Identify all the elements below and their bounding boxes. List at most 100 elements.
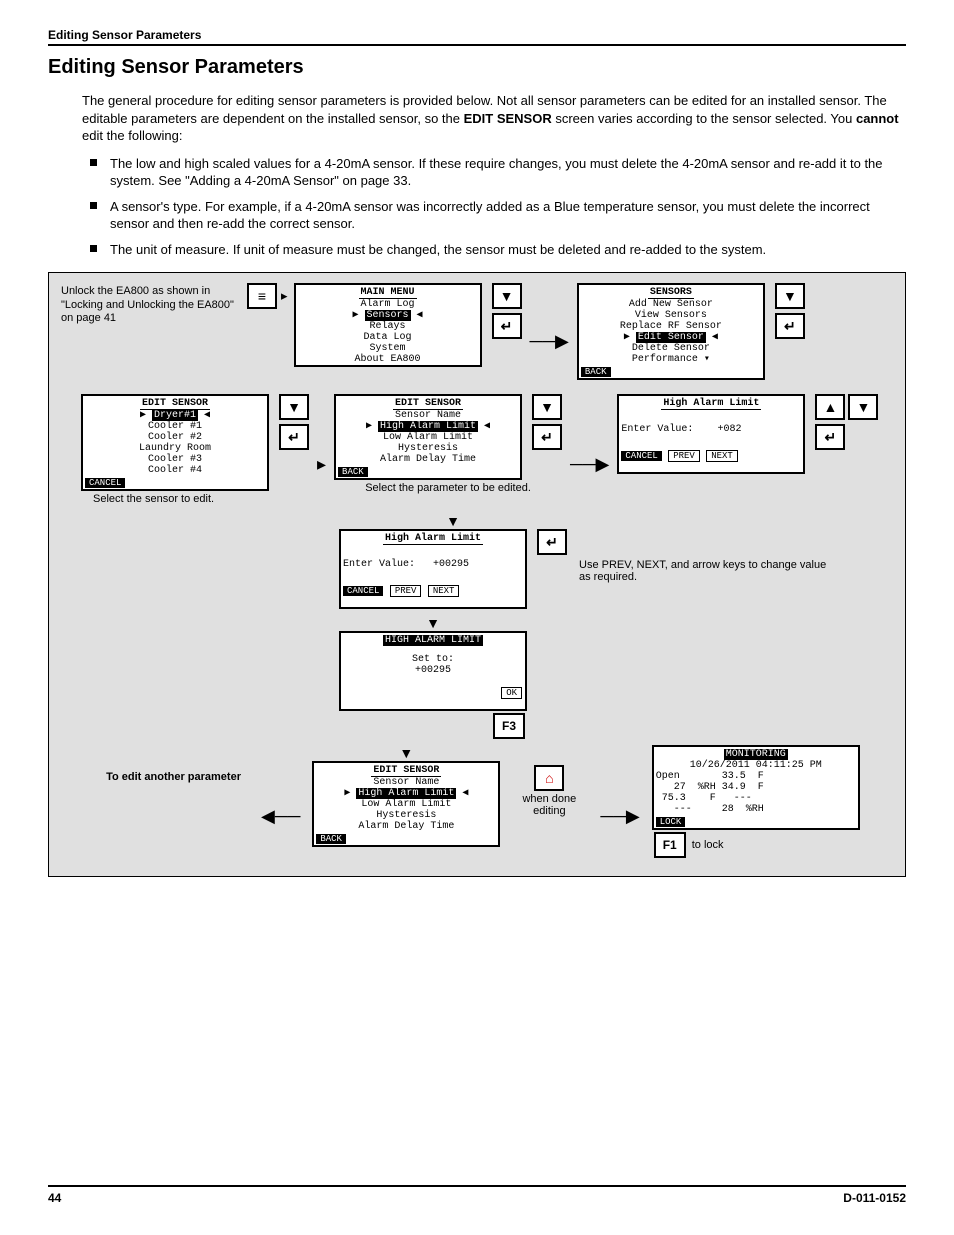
enter-value: +082: [717, 424, 741, 435]
caption-when-done: when done editing: [514, 793, 584, 817]
f3-key[interactable]: F3: [493, 713, 525, 739]
menu-item: Alarm Delay Time: [380, 454, 476, 465]
menu-icon: ≡: [258, 288, 266, 304]
set-to-value: +00295: [415, 665, 451, 676]
next-softkey[interactable]: NEXT: [428, 585, 460, 597]
enter-icon: ↵: [825, 429, 837, 446]
ok-softkey[interactable]: OK: [501, 687, 522, 699]
bullet-item: A sensor's type. For example, if a 4-20m…: [82, 198, 906, 233]
intro-c: screen varies according to the sensor se…: [552, 111, 856, 126]
enter-button[interactable]: ↵: [775, 313, 805, 339]
page-footer: 44 D-011-0152: [48, 1185, 906, 1205]
page-number: 44: [48, 1191, 61, 1205]
enter-label: Enter Value:: [621, 424, 693, 435]
next-softkey[interactable]: NEXT: [706, 450, 738, 462]
high-alarm-confirm-screen: HIGH ALARM LIMIT Set to: +00295 OK: [339, 631, 527, 711]
prev-softkey[interactable]: PREV: [668, 450, 700, 462]
edit-sensor-list-screen: EDIT SENSOR ▶ Dryer#1 ◀ Cooler #1 Cooler…: [81, 394, 269, 491]
enter-icon: ↵: [501, 318, 513, 335]
screen-title: SENSORS: [648, 287, 694, 299]
set-to-label: Set to:: [412, 654, 454, 665]
arrow-icon: ──▶: [562, 454, 617, 475]
down-button[interactable]: ▼: [848, 394, 878, 420]
cancel-softkey[interactable]: CANCEL: [85, 478, 125, 488]
menu-item-selected: Sensors: [365, 310, 411, 321]
enter-icon: ↵: [288, 429, 300, 446]
intro-d: cannot: [856, 111, 899, 126]
intro-b: EDIT SENSOR: [464, 111, 552, 126]
down-icon: ▼: [500, 288, 514, 304]
screen-title: MAIN MENU: [359, 287, 417, 299]
menu-item: View Sensors: [635, 310, 707, 321]
arrow-icon: ──▶: [522, 331, 577, 352]
edit-sensor-params2-screen: EDIT SENSOR Sensor Name ▶ High Alarm Lim…: [312, 761, 500, 847]
high-alarm-entry2-screen: High Alarm Limit Enter Value: +00295 CAN…: [339, 529, 527, 609]
enter-button[interactable]: ↵: [532, 424, 562, 450]
bullet-list: The low and high scaled values for a 4-2…: [82, 155, 906, 259]
reading-row: --- 28 %RH: [656, 804, 856, 815]
menu-item: Low Alarm Limit: [383, 432, 473, 443]
menu-item: Sensor Name: [373, 777, 439, 788]
menu-item: Delete Sensor: [632, 343, 710, 354]
menu-item-selected: Edit Sensor: [636, 332, 706, 343]
edit-sensor-params-screen: EDIT SENSOR Sensor Name ▶ High Alarm Lim…: [334, 394, 522, 480]
menu-item: Cooler #4: [148, 465, 202, 476]
menu-item: Performance: [632, 354, 698, 365]
down-button[interactable]: ▼: [279, 394, 309, 420]
menu-item: Cooler #3: [148, 454, 202, 465]
menu-item: Hysteresis: [398, 443, 458, 454]
enter-button[interactable]: ↵: [279, 424, 309, 450]
menu-item-selected: High Alarm Limit: [378, 421, 478, 432]
back-softkey[interactable]: BACK: [316, 834, 346, 844]
monitoring-screen: MONITORING 10/26/2011 04:11:25 PM Open 3…: [652, 745, 860, 830]
menu-item: About EA800: [355, 354, 421, 365]
bullet-item: The unit of measure. If unit of measure …: [82, 241, 906, 259]
down-icon: ▼: [540, 399, 554, 415]
enter-button[interactable]: ↵: [492, 313, 522, 339]
intro-e: edit the following:: [82, 128, 182, 143]
arrow-icon: ▸: [309, 454, 334, 475]
enter-icon: ↵: [541, 429, 553, 446]
up-button[interactable]: ▲: [815, 394, 845, 420]
menu-item: Laundry Room: [139, 443, 211, 454]
menu-item: Sensor Name: [395, 410, 461, 421]
enter-button[interactable]: ↵: [815, 424, 845, 450]
prev-softkey[interactable]: PREV: [390, 585, 422, 597]
running-head: Editing Sensor Parameters: [48, 28, 906, 46]
enter-icon: ↵: [546, 534, 558, 551]
arrow-icon: ▼: [399, 745, 413, 761]
home-button[interactable]: ⌂: [534, 765, 564, 791]
menu-item: Relays: [370, 321, 406, 332]
caption-select-param: Select the parameter to be edited.: [365, 482, 531, 494]
down-button[interactable]: ▼: [775, 283, 805, 309]
reading-row: Open 33.5 F: [656, 771, 856, 782]
bullet-item: The low and high scaled values for a 4-2…: [82, 155, 906, 190]
f1-key[interactable]: F1: [654, 832, 686, 858]
arrow-icon: ▼: [426, 615, 440, 631]
enter-label: Enter Value:: [343, 559, 415, 570]
flow-diagram: Unlock the EA800 as shown in "Locking an…: [48, 272, 906, 877]
back-softkey[interactable]: BACK: [338, 467, 368, 477]
high-alarm-entry-screen: High Alarm Limit Enter Value: +082 CANCE…: [617, 394, 805, 474]
arrow-icon: ◀──: [253, 806, 308, 827]
menu-button[interactable]: ≡: [247, 283, 277, 309]
menu-item: Alarm Delay Time: [358, 821, 454, 832]
down-button[interactable]: ▼: [492, 283, 522, 309]
caption-to-lock: to lock: [692, 839, 724, 851]
lock-softkey[interactable]: LOCK: [656, 817, 686, 827]
enter-button[interactable]: ↵: [537, 529, 567, 555]
menu-item: Low Alarm Limit: [361, 799, 451, 810]
down-button[interactable]: ▼: [532, 394, 562, 420]
doc-number: D-011-0152: [843, 1191, 906, 1205]
menu-item: Alarm Log: [361, 299, 415, 310]
up-icon: ▲: [823, 399, 837, 415]
cancel-softkey[interactable]: CANCEL: [343, 586, 383, 596]
enter-icon: ↵: [784, 318, 796, 335]
reading-row: 75.3 F ---: [656, 793, 856, 804]
menu-item: Hysteresis: [376, 810, 436, 821]
back-softkey[interactable]: BACK: [581, 367, 611, 377]
cancel-softkey[interactable]: CANCEL: [621, 451, 661, 461]
timestamp: 10/26/2011 04:11:25 PM: [656, 760, 856, 771]
menu-item: Cooler #2: [148, 432, 202, 443]
caption-edit-another: To edit another parameter: [61, 745, 253, 784]
